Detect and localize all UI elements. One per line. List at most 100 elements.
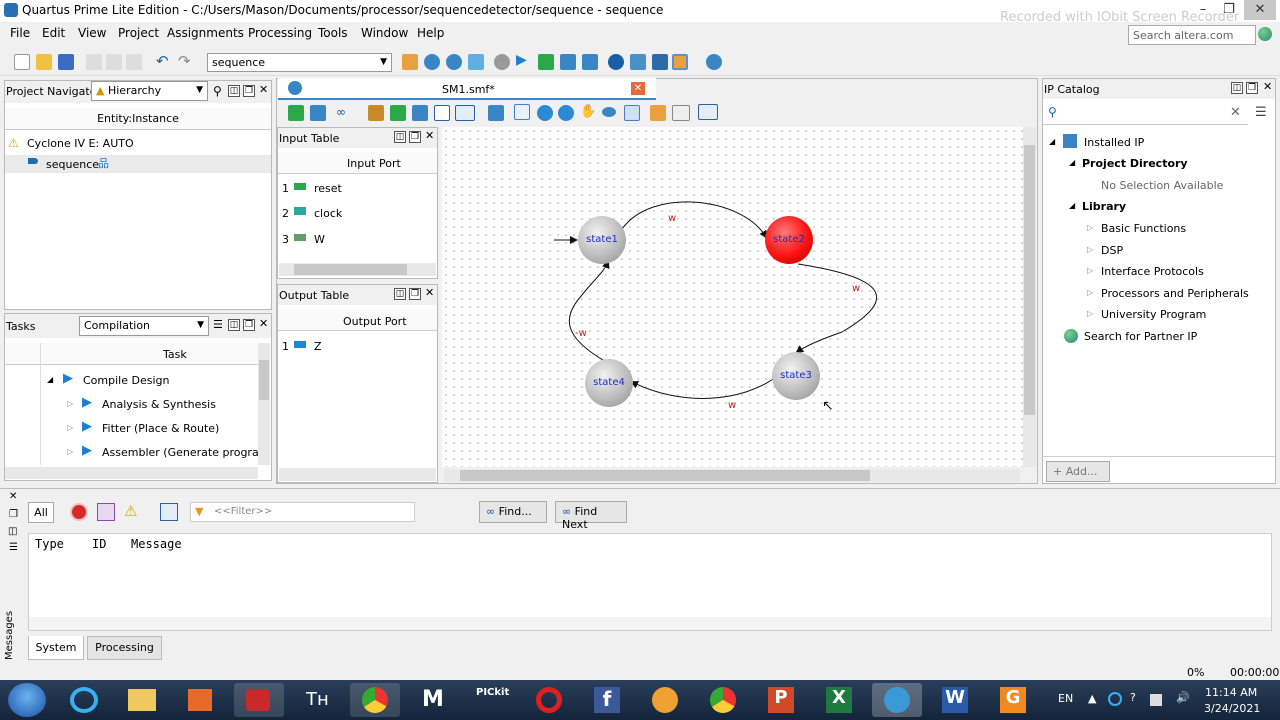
panel-close-button[interactable]: ✕: [259, 83, 268, 96]
expand-icon[interactable]: ▷: [1087, 266, 1093, 275]
clock-time[interactable]: 11:14 AM: [1205, 686, 1257, 699]
panel-close-button[interactable]: ✕: [259, 317, 268, 330]
state-state2[interactable]: state2: [765, 216, 813, 264]
scrollbar-thumb[interactable]: [294, 264, 407, 275]
panel-close-button[interactable]: ✕: [425, 286, 434, 299]
taskbar-pickit[interactable]: PICkit: [466, 683, 516, 717]
minimize-button[interactable]: –: [1190, 0, 1216, 20]
search-input[interactable]: Search altera.com: [1128, 25, 1256, 45]
analysis-icon[interactable]: [538, 54, 554, 70]
hdl-icon[interactable]: [672, 105, 690, 121]
menu-tools[interactable]: Tools: [318, 26, 348, 40]
critical-warning-filter-icon[interactable]: [97, 503, 115, 521]
play-icon[interactable]: ▶: [82, 443, 92, 458]
chip-icon[interactable]: [468, 54, 484, 70]
search-partner-ip[interactable]: Search for Partner IP: [1084, 330, 1197, 343]
compile-play-icon[interactable]: ▶: [516, 52, 527, 68]
panel-restore-button[interactable]: ❐: [1246, 82, 1258, 94]
menu-window[interactable]: Window: [361, 26, 408, 40]
transition-label[interactable]: w: [852, 283, 860, 294]
menu-icon[interactable]: ☰: [1255, 105, 1267, 120]
messages-hscrollbar[interactable]: [29, 617, 1271, 630]
messages-menu-icon[interactable]: ☰: [9, 542, 18, 553]
rubberband-icon[interactable]: [698, 104, 718, 120]
taskbar-word[interactable]: W: [930, 683, 980, 717]
taskbar-internet-explorer[interactable]: [60, 683, 110, 717]
netlist-icon[interactable]: [608, 54, 624, 70]
clock-date[interactable]: 3/24/2021: [1204, 702, 1260, 715]
suppress-filter-icon[interactable]: [160, 503, 178, 521]
flow-combo[interactable]: Compilation ▼: [79, 316, 209, 336]
state-tool-icon[interactable]: [368, 105, 384, 121]
add-ip-button[interactable]: + Add...: [1046, 461, 1110, 482]
output-table-hscrollbar[interactable]: [279, 468, 436, 481]
undo-icon[interactable]: ↶: [156, 52, 169, 70]
expand-icon[interactable]: ▷: [1087, 288, 1093, 297]
project-combo[interactable]: sequence ▼: [207, 53, 392, 72]
selection-tool-icon[interactable]: [514, 104, 530, 120]
start-button[interactable]: [8, 683, 46, 717]
input-port-clock[interactable]: clock: [314, 207, 342, 220]
assignment-editor-icon[interactable]: [424, 54, 440, 70]
taskbar-file-explorer[interactable]: [118, 683, 168, 717]
panel-restore-button[interactable]: ❐: [243, 319, 255, 331]
taskbar-recorder[interactable]: [234, 683, 284, 717]
save-icon[interactable]: [58, 54, 74, 70]
play-icon[interactable]: ▶: [82, 419, 92, 434]
taskbar-chrome-2[interactable]: [698, 683, 748, 717]
state-draw-icon[interactable]: [602, 107, 616, 117]
panel-float-button[interactable]: ◫: [228, 319, 240, 331]
list-icon[interactable]: ☰: [213, 318, 223, 331]
action-center-icon[interactable]: [1150, 694, 1162, 706]
scrollbar-thumb[interactable]: [259, 360, 269, 400]
taskbar-text-app[interactable]: Tʜ: [292, 683, 342, 717]
menu-processing[interactable]: Processing: [248, 26, 312, 40]
expand-icon[interactable]: ▷: [1087, 245, 1093, 254]
taskbar-opera[interactable]: [524, 683, 574, 717]
add-output-icon[interactable]: [412, 105, 428, 121]
find-button[interactable]: ∞ Find...: [479, 501, 547, 523]
ip-catalog-icon[interactable]: [672, 54, 688, 70]
taskbar-excel[interactable]: X: [814, 683, 864, 717]
state-state1[interactable]: state1: [578, 216, 626, 264]
settings-icon[interactable]: [446, 54, 462, 70]
panel-close-button[interactable]: ✕: [1263, 80, 1272, 93]
taskbar-brave[interactable]: [640, 683, 690, 717]
category-basic-functions[interactable]: Basic Functions: [1101, 222, 1186, 235]
tray-app-icon[interactable]: [1108, 692, 1122, 706]
cut-icon[interactable]: [86, 54, 102, 70]
panel-restore-button[interactable]: ❐: [243, 85, 255, 97]
design-partition-icon[interactable]: [652, 54, 668, 70]
ip-search-input[interactable]: [1043, 103, 1248, 125]
expand-icon[interactable]: ▷: [1087, 309, 1093, 318]
panel-float-button[interactable]: ◫: [394, 288, 406, 300]
task-analysis-synthesis[interactable]: Analysis & Synthesis: [102, 398, 216, 411]
generate-hdl-icon[interactable]: [310, 105, 326, 121]
programmer-icon[interactable]: [582, 54, 598, 70]
top-entity-item[interactable]: sequence: [46, 158, 99, 171]
taskbar-media-player[interactable]: [176, 683, 226, 717]
expand-icon[interactable]: ▷: [67, 399, 73, 408]
state-state3[interactable]: state3: [772, 352, 820, 400]
zoom-in-icon[interactable]: [537, 105, 553, 121]
pin-planner-icon[interactable]: [402, 54, 418, 70]
tray-expand-icon[interactable]: ▲: [1088, 692, 1096, 705]
expand-icon[interactable]: ▷: [1087, 223, 1093, 232]
collapse-icon[interactable]: ◢: [1069, 201, 1075, 210]
play-icon[interactable]: ▶: [63, 371, 73, 386]
taskbar-chrome[interactable]: [350, 683, 400, 717]
binoculars-icon[interactable]: ∞: [336, 105, 346, 119]
menu-file[interactable]: File: [10, 26, 30, 40]
panel-close-button[interactable]: ✕: [425, 129, 434, 142]
device-item[interactable]: Cyclone IV E: AUTO: [27, 137, 134, 150]
collapse-icon[interactable]: ◢: [1069, 158, 1075, 167]
panel-restore-button[interactable]: ❐: [409, 288, 421, 300]
help-tray-icon[interactable]: ?: [1130, 691, 1136, 704]
hand-tool-icon[interactable]: ✋: [580, 104, 596, 119]
input-port-w[interactable]: W: [314, 233, 325, 246]
taskbar-facebook[interactable]: f: [582, 683, 632, 717]
tasks-hscrollbar[interactable]: [5, 467, 258, 479]
panel-restore-button[interactable]: ❐: [409, 131, 421, 143]
transition-label[interactable]: -w: [575, 328, 587, 339]
table-icon[interactable]: [434, 105, 450, 121]
